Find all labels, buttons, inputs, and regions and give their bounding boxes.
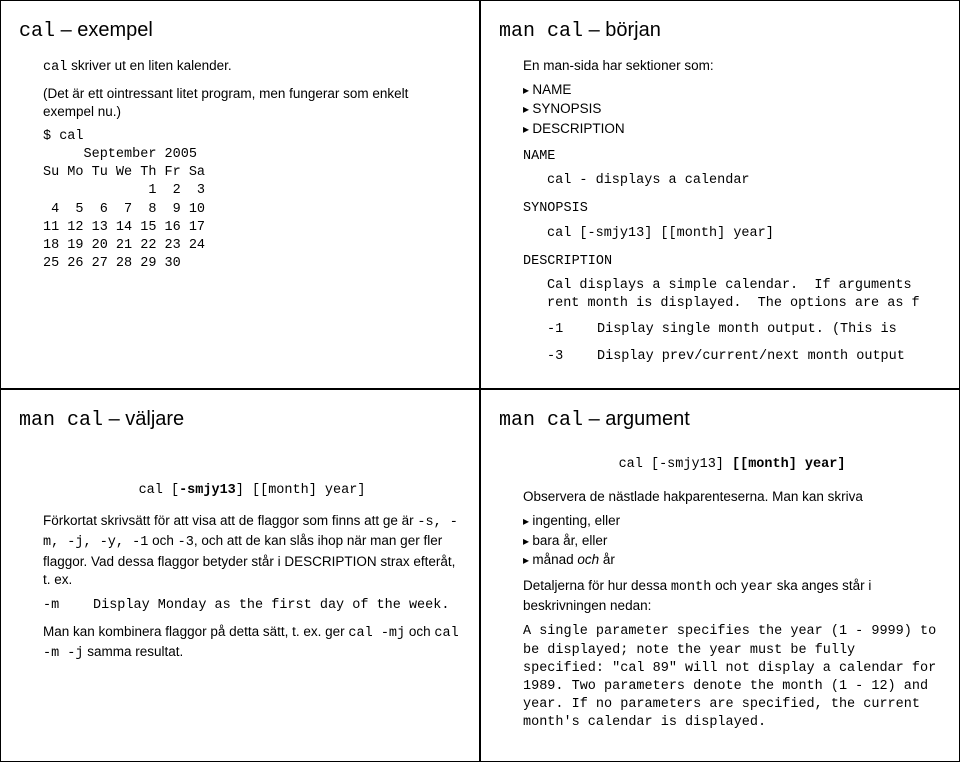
cal-output: $ cal September 2005 Su Mo Tu We Th Fr S… [43,128,461,274]
panel-mancal-argument: man cal – argument cal [-smjy13] [[month… [480,389,960,762]
title-rest: väljare [125,408,184,430]
description-block: A single parameter specifies the year (1… [523,623,941,732]
section-description: DESCRIPTION [523,120,941,138]
title-cal-exempel: cal – exempel [19,19,461,43]
title-sep: – [55,19,77,41]
synopsis-line: cal [-smjy13] [[month] year] [547,225,941,243]
arg-options: ingenting, eller bara år, eller månad oc… [523,512,941,569]
label-synopsis: SYNOPSIS [523,200,941,218]
flag-1-text: Display single month output. (This is [597,322,897,337]
combine-note: Man kan kombinera flaggor på detta sätt,… [43,623,461,663]
synopsis-line: cal [-smjy13] [[month] year] [43,482,461,500]
syn-post: ] [[month] year] [236,483,366,498]
slide-grid: cal – exempel cal skriver ut en liten ka… [0,0,960,762]
observe-line: Observera de nästlade hakparenteserna. M… [523,488,941,506]
panel-cal-exempel: cal – exempel cal skriver ut en liten ka… [0,0,480,389]
opt-nothing: ingenting, eller [523,512,941,530]
title-sep: – [103,408,125,430]
syn-bold: -smjy13 [179,483,236,498]
title-cmd: man cal [19,409,103,432]
code-year: year [741,580,773,595]
syn-pre: cal [-smjy13] [619,457,732,472]
body: cal [-smjy13] [[month] year] Förkortat s… [43,482,461,664]
body: cal [-smjy13] [[month] year] Observera d… [523,456,941,733]
opt-month-year: månad och år [523,551,941,569]
intro-text: skriver ut en liten kalender. [67,58,231,73]
details-line: Detaljerna för hur dessa month och year … [523,577,941,615]
title-sep: – [583,408,605,430]
code-cal-mj: cal -mj [348,626,405,641]
name-line: cal - displays a calendar [547,172,941,190]
label-description: DESCRIPTION [523,253,941,271]
panel-mancal-valjare: man cal – väljare cal [-smjy13] [[month]… [0,389,480,762]
body: cal skriver ut en liten kalender. (Det ä… [43,57,461,273]
body: En man-sida har sektioner som: NAME SYNO… [523,57,941,366]
intro-line-2: (Det är ett ointressant litet program, m… [43,85,461,121]
description-text: Cal displays a simple calendar. If argum… [547,277,941,313]
title-mancal-argument: man cal – argument [499,408,941,432]
title-rest: exempel [77,19,153,41]
flag-1: -1 [547,321,597,339]
option-m: -mDisplay Monday as the first day of the… [43,597,461,615]
synopsis-line: cal [-smjy13] [[month] year] [523,456,941,474]
sections-intro: En man-sida har sektioner som: [523,57,941,75]
syn-pre: cal [ [139,483,180,498]
intro-line-1: cal skriver ut en liten kalender. [43,57,461,77]
cmd-cal: cal [43,60,67,75]
flag-3-text: Display prev/current/next month output [597,349,905,364]
title-cmd: man cal [499,409,583,432]
section-synopsis: SYNOPSIS [523,100,941,118]
code-month: month [671,580,712,595]
option-1: -1Display single month output. (This is [547,321,941,339]
flag-3: -3 [178,535,194,550]
option-3: -3Display prev/current/next month output [547,348,941,366]
flag-m-text: Display Monday as the first day of the w… [93,598,449,613]
panel-mancal-borjan: man cal – början En man-sida har sektion… [480,0,960,389]
flags-explanation: Förkortat skrivsätt för att visa att de … [43,512,461,589]
title-rest: början [605,19,661,41]
title-sep: – [583,19,605,41]
title-mancal-valjare: man cal – väljare [19,408,461,432]
section-name: NAME [523,81,941,99]
title-mancal-borjan: man cal – början [499,19,941,43]
flag-3: -3 [547,348,597,366]
title-rest: argument [605,408,690,430]
label-name: NAME [523,148,941,166]
syn-bold: [[month] year] [732,457,845,472]
title-cmd: cal [19,20,55,43]
opt-year: bara år, eller [523,532,941,550]
flag-m: -m [43,597,93,615]
title-cmd: man cal [499,20,583,43]
section-list: NAME SYNOPSIS DESCRIPTION [523,81,941,138]
